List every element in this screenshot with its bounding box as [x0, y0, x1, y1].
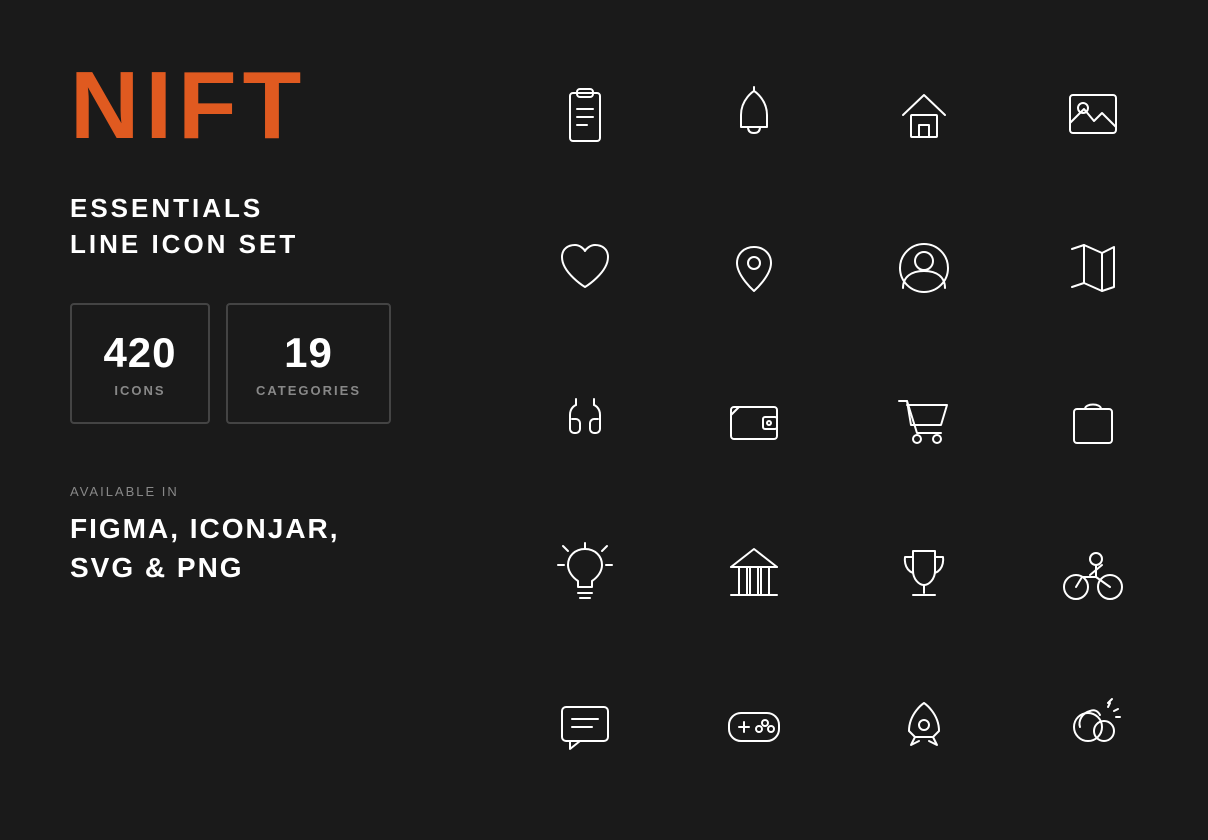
- logo-i: I: [145, 52, 178, 159]
- icons-label: ICONS: [114, 383, 165, 398]
- icons-number: 420: [103, 329, 176, 377]
- subtitle-line2: LINE ICON SET: [70, 226, 400, 262]
- cart-icon: [839, 344, 1009, 496]
- cloudy-icon: [1009, 648, 1179, 800]
- categories-label: CATEGORIES: [256, 383, 361, 398]
- available-label: AVAILABLE IN: [70, 484, 400, 499]
- image-icon: [1009, 40, 1179, 192]
- cycling-icon: [1009, 496, 1179, 648]
- left-panel: NIFT ESSENTIALS LINE ICON SET 420 ICONS …: [0, 0, 470, 840]
- museum-icon: [670, 496, 840, 648]
- bell-icon: [670, 40, 840, 192]
- home-icon: [839, 40, 1009, 192]
- location-icon: [670, 192, 840, 344]
- gamepad-icon: [670, 648, 840, 800]
- chat-icon: [500, 648, 670, 800]
- bag-icon: [1009, 344, 1179, 496]
- subtitle: ESSENTIALS LINE ICON SET: [70, 190, 400, 263]
- stats-row: 420 ICONS 19 CATEGORIES: [70, 303, 400, 424]
- rocket-icon: [839, 648, 1009, 800]
- logo-n: N: [70, 52, 145, 159]
- map-icon: [1009, 192, 1179, 344]
- user-icon: [839, 192, 1009, 344]
- clipboard-icon: [500, 40, 670, 192]
- stat-categories: 19 CATEGORIES: [226, 303, 391, 424]
- formats: FIGMA, ICONJAR,SVG & PNG: [70, 509, 400, 587]
- lightbulb-icon: [500, 496, 670, 648]
- icons-grid: [470, 0, 1208, 840]
- stat-icons: 420 ICONS: [70, 303, 210, 424]
- airpods-icon: [500, 344, 670, 496]
- logo-t: T: [243, 52, 308, 159]
- logo: NIFT: [70, 58, 400, 154]
- logo-f: F: [178, 52, 243, 159]
- wallet-icon: [670, 344, 840, 496]
- categories-number: 19: [284, 329, 333, 377]
- subtitle-line1: ESSENTIALS: [70, 190, 400, 226]
- heart-icon: [500, 192, 670, 344]
- trophy-icon: [839, 496, 1009, 648]
